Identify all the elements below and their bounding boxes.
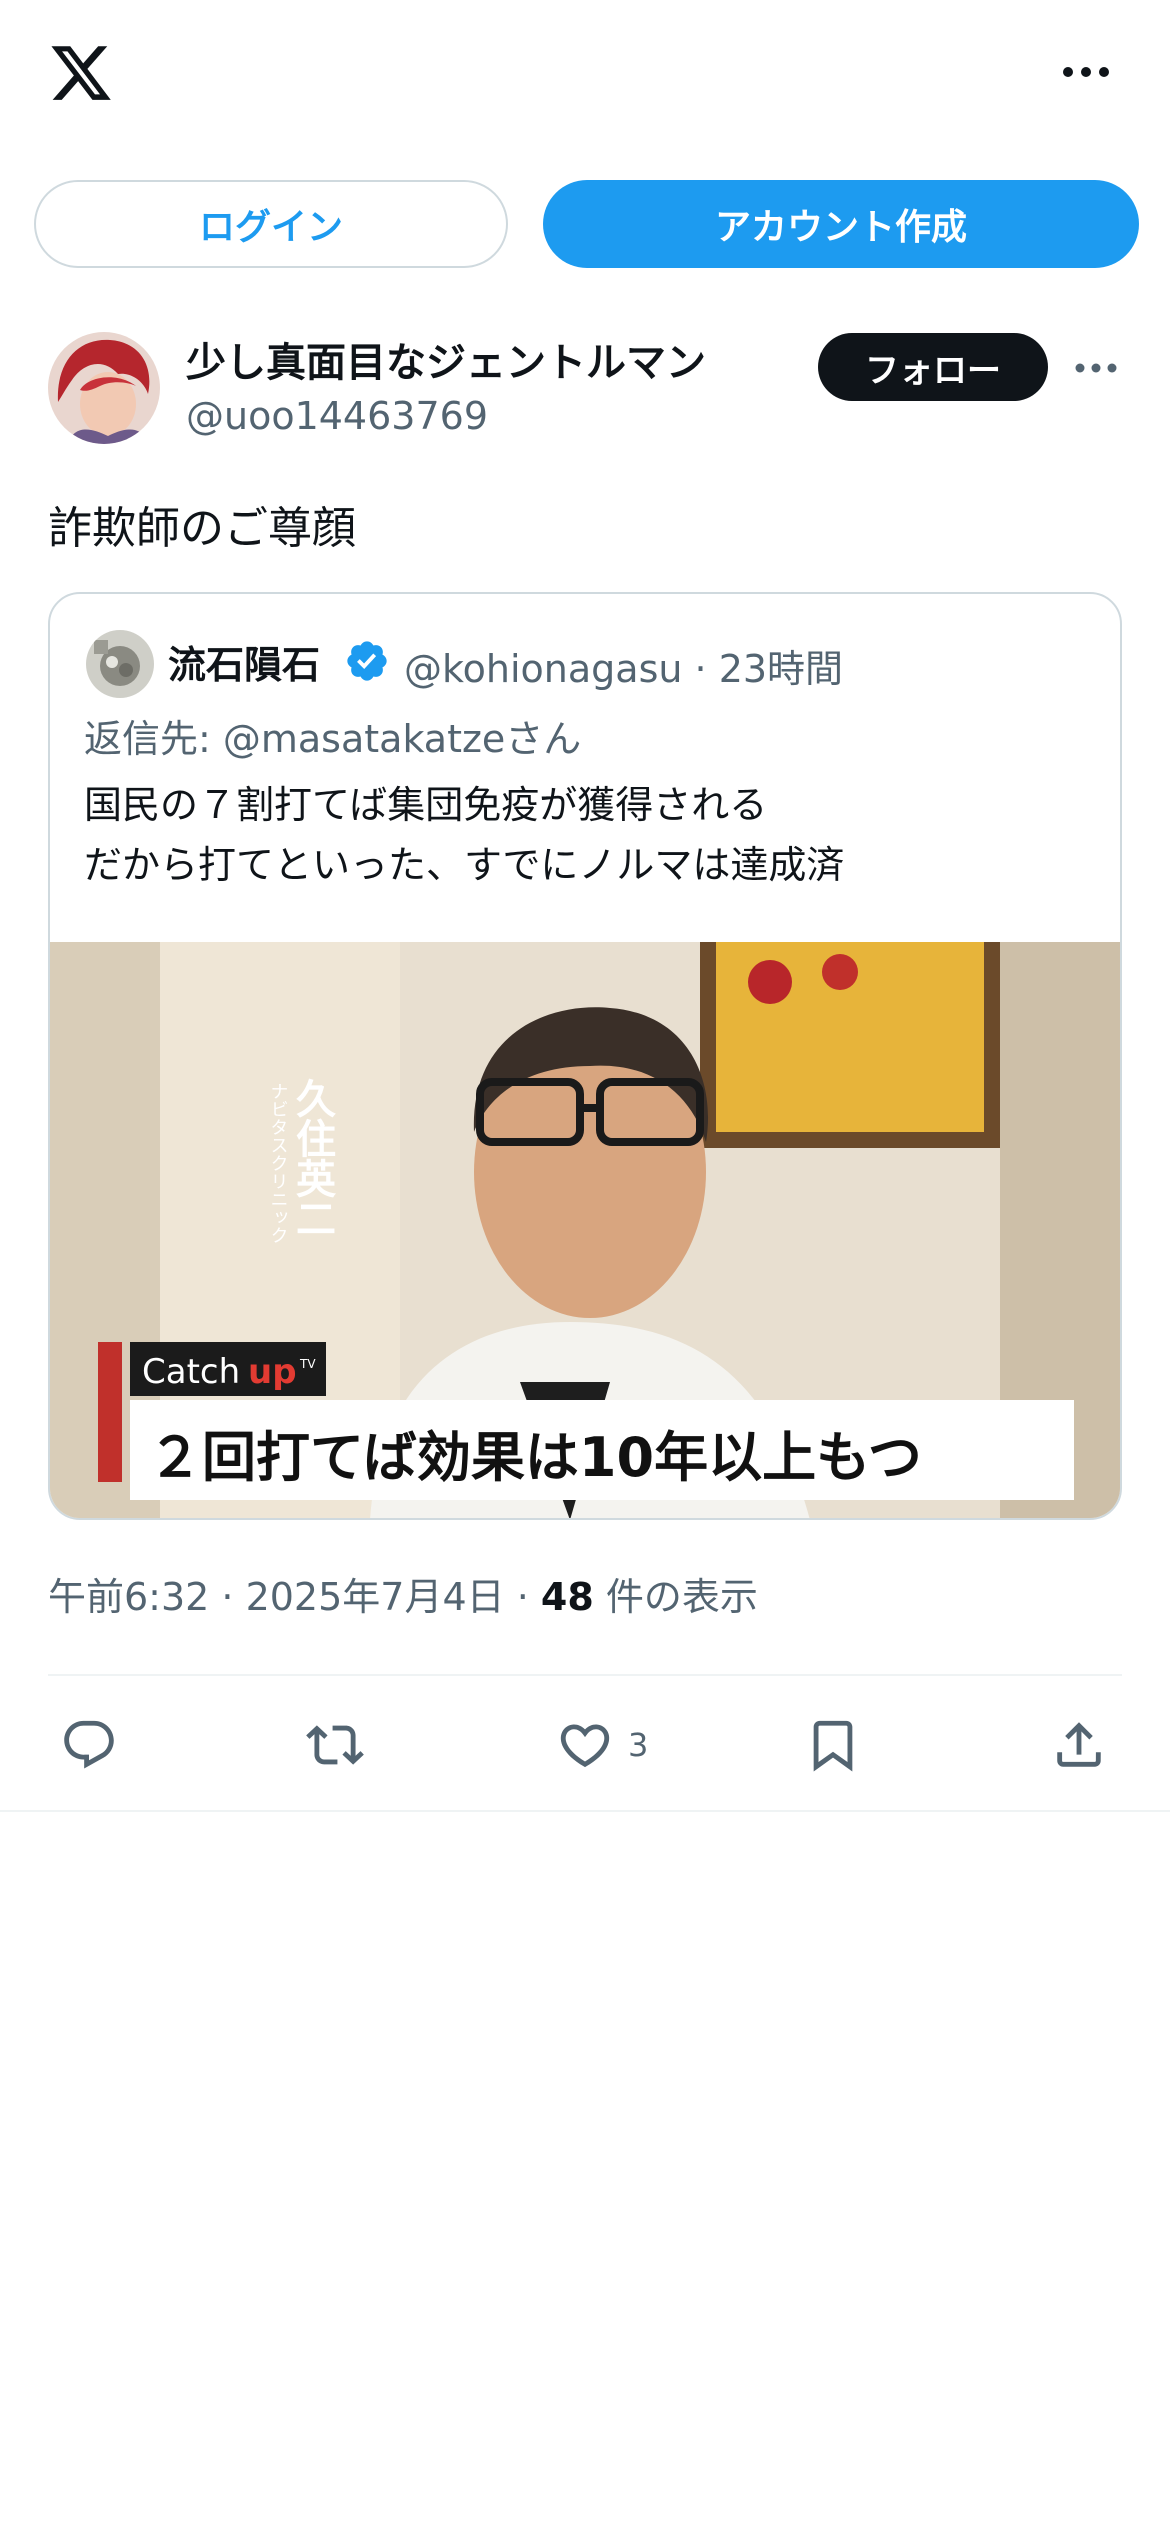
tweet-text: 詐欺師のご尊顔	[48, 503, 356, 554]
quoted-tweet-card[interactable]: 流石隕石 @kohionagasu · 23時間 返信先: @masatakat…	[48, 592, 1122, 1520]
author-handle[interactable]: @uoo14463769	[186, 394, 488, 438]
brand-logo-up: up	[248, 1352, 297, 1392]
like-button[interactable]: 3	[556, 1714, 648, 1776]
views-label: 件の表示	[593, 1575, 758, 1619]
tweet-timestamp[interactable]: 午前6:32 · 2025年7月4日 ·	[48, 1575, 541, 1619]
reply-icon	[64, 1720, 114, 1769]
like-count: 3	[628, 1726, 649, 1764]
share-icon	[1057, 1722, 1101, 1767]
clinic-name-overlay: ナビタスクリニック	[268, 1082, 289, 1244]
author-avatar[interactable]	[48, 332, 160, 444]
quoted-text-line: 国民の７割打てば集団免疫が獲得される	[84, 783, 768, 827]
quoted-author-name[interactable]: 流石隕石	[168, 634, 320, 689]
login-button[interactable]: ログイン	[34, 180, 508, 268]
create-account-button[interactable]: アカウント作成	[543, 180, 1139, 268]
divider	[0, 1810, 1170, 1812]
verified-badge-icon	[347, 641, 387, 681]
quoted-text-line: だから打てといった、すでにノルマは達成済	[84, 843, 845, 887]
repost-button[interactable]	[306, 1714, 364, 1776]
bookmark-button[interactable]	[804, 1714, 862, 1776]
quoted-media-image[interactable]: ナビタスクリニック 久住英二 Catch up TV ２回打てば効果は10年以上…	[50, 942, 1120, 1520]
quoted-author-avatar[interactable]	[86, 630, 154, 698]
share-button[interactable]	[1050, 1714, 1108, 1776]
divider	[48, 1674, 1122, 1676]
heart-icon	[560, 1724, 610, 1768]
view-count: 48	[540, 1575, 594, 1619]
more-horizontal-icon[interactable]	[1074, 358, 1118, 378]
media-caption: ２回打てば効果は10年以上もつ	[148, 1426, 922, 1489]
x-logo-icon[interactable]	[46, 40, 116, 106]
author-name[interactable]: 少し真面目なジェントルマン	[186, 330, 706, 388]
brand-logo-tm: TV	[299, 1357, 316, 1371]
reply-button[interactable]	[60, 1714, 118, 1776]
tweet-timestamp-views: 午前6:32 · 2025年7月4日 · 48 件の表示	[48, 1566, 758, 1621]
quoted-handle-time[interactable]: @kohionagasu · 23時間	[404, 638, 843, 693]
repost-icon	[306, 1725, 364, 1765]
reply-to-text[interactable]: 返信先: @masatakatzeさん	[84, 708, 581, 763]
brand-logo-catch: Catch	[142, 1352, 240, 1392]
more-horizontal-icon[interactable]	[1060, 54, 1112, 90]
follow-button[interactable]: フォロー	[818, 333, 1048, 401]
bookmark-icon	[813, 1720, 853, 1772]
person-name-overlay: 久住英二	[289, 1078, 336, 1238]
